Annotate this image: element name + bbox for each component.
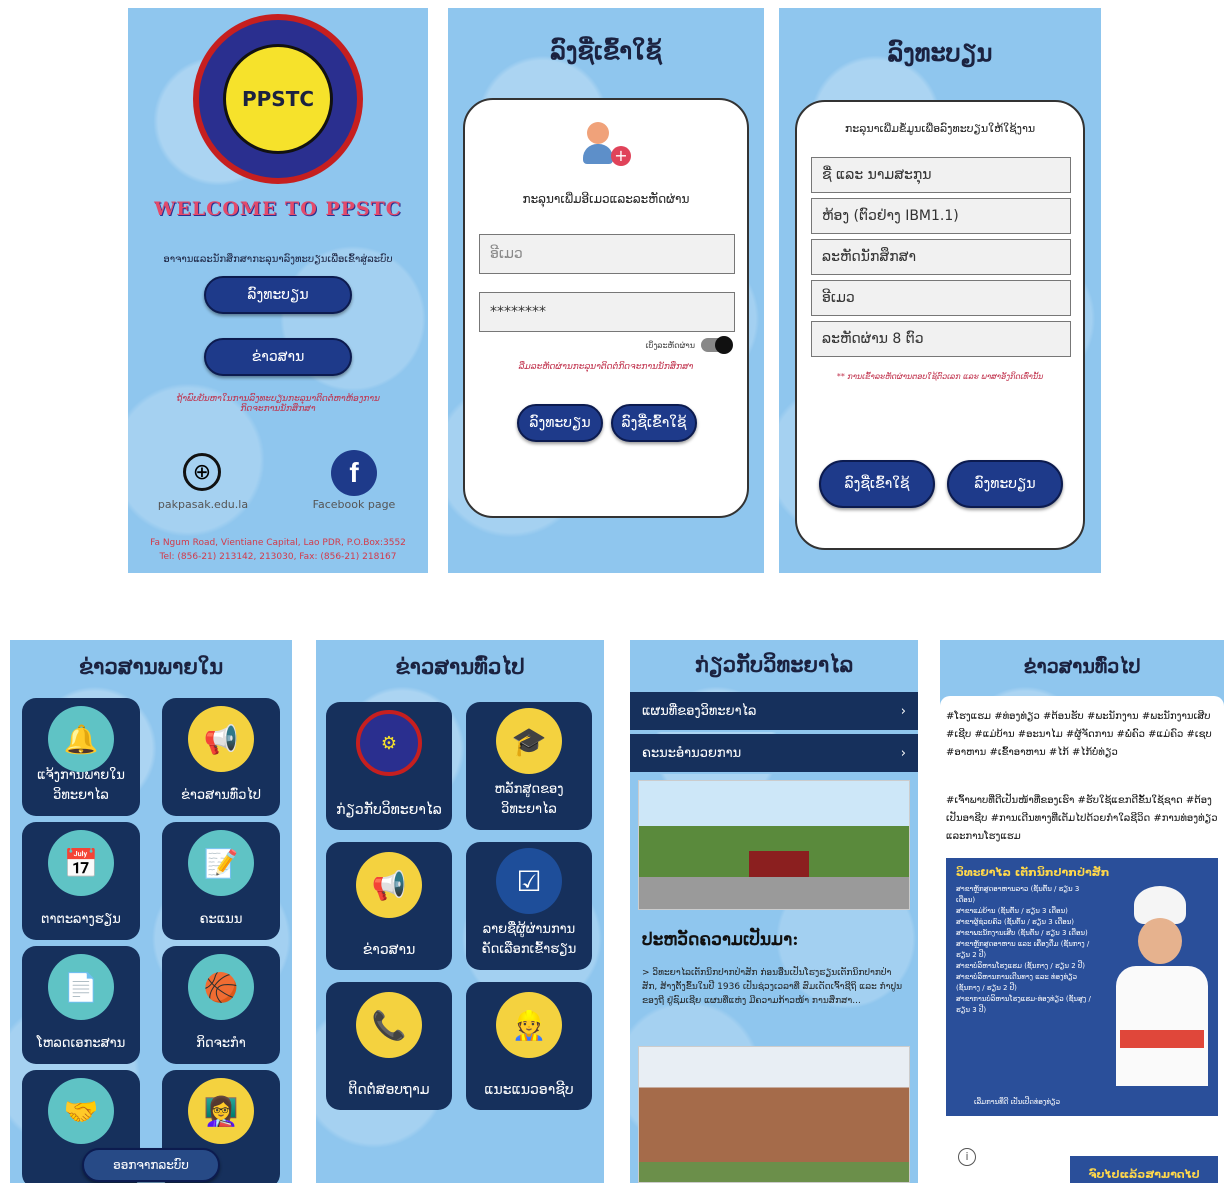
hands-icon: 🤝 [48,1078,114,1144]
help-text: ຖ້າພົບບັນຫາໃນການລົງທະບຽນກະລຸນາຕິດຕໍ່ຫາຫ້… [176,394,380,414]
sports-icon: 🏀 [188,954,254,1020]
megaphone-icon: 📢 [356,852,422,918]
welcome-banner: WELCOME TO PPSTC [154,198,402,220]
chevron-right-icon: › [900,703,906,719]
page-title: ຂ່າວສານພາຍໃນ [78,654,224,679]
poster-course-list: ສາຂາຫຼັກສູດອາຫານລາວ (ຊັ້ນຕົ້ນ / ຮຽນ 3 ເດ… [956,885,1091,1014]
history-heading: ປະຫວັດຄວາມເປັນມາ: [642,930,799,950]
page-title: ຂ່າວສານທົ່ວໄປ [1023,656,1141,678]
tile-download-documents[interactable]: 📄 ໂຫລດເອກະສານ [22,946,140,1064]
login-card: + ກະລຸນາເພີ່ມອີເມວແລະລະຫັດຜ່ານ ອີເມວ ***… [463,98,749,518]
facebook-link[interactable]: Facebook page [298,498,410,511]
login-prompt: ກະລຸນາເພີ່ມອີເມວແລະລະຫັດຜ່ານ [522,192,690,206]
phone-icon: 📞 [356,992,422,1058]
tile-activities[interactable]: 🏀 ກິດຈະກໍາ [162,946,280,1064]
course-poster: ວິທະຍາໄລ ເຕັກນິກປາກປ່າສັກ ສາຂາຫຼັກສູດອາຫ… [946,858,1218,1116]
register-prompt: ກະລຸນາເພີ່ມຂໍ້ມູນເພື່ອລົງທະບຽນໃຫ້ໃຊ້ງານ [844,122,1036,135]
class-field[interactable]: ຫ້ອງ (ຕົວຢ່າງ IBM1.1) [811,198,1071,234]
globe-icon[interactable]: ⊕ [183,453,221,491]
careers-icon: 👷 [496,992,562,1058]
full-name-field[interactable]: ຊື່ ແລະ ນາມສະກຸນ [811,157,1071,193]
add-user-icon: + [583,122,633,168]
tile-news[interactable]: 📢 ຂ່າວສານ [326,842,452,970]
login-screen: ລົງຊື່ເຂົ້າໃຊ້ + ກະລຸນາເພີ່ມອີເມວແລະລະຫັ… [448,8,764,573]
page-title: ຂ່າວສານທົ່ວໄປ [395,654,525,679]
address-text: Fa Ngum Road, Vientiane Capital, Lao PDR… [150,538,406,548]
login-button[interactable]: ລົງຊື່ເຂົ້າໃຊ້ [819,460,935,508]
about-college-screen: ກ່ຽວກັບວິທະຍາໄລ ແຜນທີ່ຂອງວິທະຍາໄລ › ຄະນະອ… [630,640,918,1183]
hashtags-1: #ໂຮງແຮມ #ທ່ອງທ່ຽວ #ຕ້ອນຮັບ #ພະນັກງານ #ພະ… [946,711,1212,758]
website-link[interactable]: pakpasak.edu.la [148,498,258,511]
email-field[interactable]: ອີເມວ [811,280,1071,316]
hashtags-2: #ເຈົ້າພາບທີ່ດີເປັນໜ້າທີ່ຂອງເຮົາ #ຮັບໃຊ້ແ… [946,795,1218,842]
page-title: ກ່ຽວກັບວິທະຍາໄລ [694,652,854,677]
chef-photo [1106,880,1216,1090]
tile-timetable[interactable]: 📅 ຕາຕະລາງຮຽນ [22,822,140,940]
password-note: ** ການເຂົ້າລະຫັດຜ່ານຕອບໃຊ້ຕົວເລກ ແລະ ພາສ… [836,372,1044,381]
welcome-screen: PPSTC WELCOME TO PPSTC ອາຈານແລະນັກສຶກສາກ… [128,8,428,573]
history-text: > ວິທະຍາໄລເຕັກນິກປາກປ່າສັກ ກ່ອນອື່ນເປັນໂ… [642,968,903,1006]
register-card: ກະລຸນາເພີ່ມຂໍ້ມູນເພື່ອລົງທະບຽນໃຫ້ໃຊ້ງານ … [795,100,1085,550]
logout-button[interactable]: ອອກຈາກລະບົບ [82,1148,220,1182]
poster-footer: ເລີ່ມການທີ່ດີ ເປັນເປີດທ່ອງທ່ຽວ [974,1098,1061,1106]
tile-contact[interactable]: 📞 ຕິດຕໍ່ສອບຖາມ [326,982,452,1110]
building-photo [638,1046,910,1183]
general-news-screen: ຂ່າວສານທົ່ວໄປ ⚙ ກ່ຽວກັບວິທະຍາໄລ 🎓 ຫລັກສູ… [316,640,604,1183]
register-button[interactable]: ລົງທະບຽນ [204,276,352,314]
email-field[interactable]: ອີເມວ [479,234,735,274]
show-password-toggle[interactable] [701,336,733,354]
internal-news-screen: ຂ່າວສານພາຍໃນ 🔔 ແຈ້ງການພາຍໃນວິທະຍາໄລ 📢 ຂ່… [10,640,292,1183]
forgot-password-text: ລືມລະຫັດຜ່ານກະລຸນາຕິດຕໍ່ກິດຈະການນັກສຶກສາ [518,362,694,372]
password-field[interactable]: ລະຫັດຜ່ານ 8 ຕົວ [811,321,1071,357]
register-button[interactable]: ລົງທະບຽນ [947,460,1063,508]
checkbox-icon: ☑ [496,848,562,914]
chevron-right-icon: › [900,745,906,761]
graduation-icon: 🎓 [496,708,562,774]
register-button[interactable]: ລົງທະບຽນ [517,404,603,442]
show-password-label: ເບິ່ງລະຫັດຜ່ານ [645,341,695,350]
college-logo-icon: ⚙ [356,710,422,776]
menu-item-map[interactable]: ແຜນທີ່ຂອງວິທະຍາໄລ › [630,692,918,732]
register-screen: ລົງທະບຽນ ກະລຸນາເພີ່ມຂໍ້ມູນເພື່ອລົງທະບຽນໃ… [779,8,1101,573]
megaphone-icon: 📢 [188,706,254,772]
grade-sheet-icon: 📝 [188,830,254,896]
welcome-instruction: ອາຈານແລະນັກສຶກສາກະລຸນາລົງທະບຽນເພື່ອເຂົ້າ… [163,254,393,265]
tile-internal-announcement[interactable]: 🔔 ແຈ້ງການພາຍໃນວິທະຍາໄລ [22,698,140,816]
tile-general-news[interactable]: 📢 ຂ່າວສານທົ່ວໄປ [162,698,280,816]
campus-photo [638,780,910,910]
info-icon[interactable]: i [958,1148,976,1166]
news-card: #ໂຮງແຮມ #ທ່ອງທ່ຽວ #ຕ້ອນຮັບ #ພະນັກງານ #ພະ… [940,696,1224,1183]
login-button[interactable]: ລົງຊື່ເຂົ້າໃຊ້ [611,404,697,442]
tile-curriculum[interactable]: 🎓 ຫລັກສູດຂອງວິທະຍາໄລ [466,702,592,830]
college-logo: PPSTC [193,14,363,184]
student-id-field[interactable]: ລະຫັດນັກສຶກສາ [811,239,1071,275]
teacher-icon: 👩‍🏫 [188,1078,254,1144]
tile-about-college[interactable]: ⚙ ກ່ຽວກັບວິທະຍາໄລ [326,702,452,830]
facebook-icon[interactable]: f [331,450,377,496]
news-button[interactable]: ຂ່າວສານ [204,338,352,376]
page-title: ລົງຊື່ເຂົ້າໃຊ້ [550,36,662,65]
page-title: ລົງທະບຽນ [887,38,993,67]
tile-grades[interactable]: 📝 ຄະແນນ [162,822,280,940]
phone-text: Tel: (856-21) 213142, 213030, Fax: (856-… [159,552,397,562]
tile-career-guidance[interactable]: 👷 ແນະແນວອາຊີບ [466,982,592,1110]
menu-item-directors[interactable]: ຄະນະອໍານວຍການ › [630,734,918,774]
password-field[interactable]: ******** [479,292,735,332]
poster-title: ວິທະຍາໄລ ເຕັກນິກປາກປ່າສັກ [956,866,1110,879]
news-detail-screen: ຂ່າວສານທົ່ວໄປ #ໂຮງແຮມ #ທ່ອງທ່ຽວ #ຕ້ອນຮັບ… [940,640,1224,1183]
bottom-banner: ຈົບໄປແລ້ວສາມາດໄປ [1070,1156,1218,1183]
tile-admission-list[interactable]: ☑ ລາຍຊື່ຜູ້ຜ່ານການຄັດເລືອກເຂົ້າຮຽນ [466,842,592,970]
logo-text: PPSTC [241,87,315,111]
document-icon: 📄 [48,954,114,1020]
bell-icon: 🔔 [48,706,114,772]
calendar-icon: 📅 [48,830,114,896]
